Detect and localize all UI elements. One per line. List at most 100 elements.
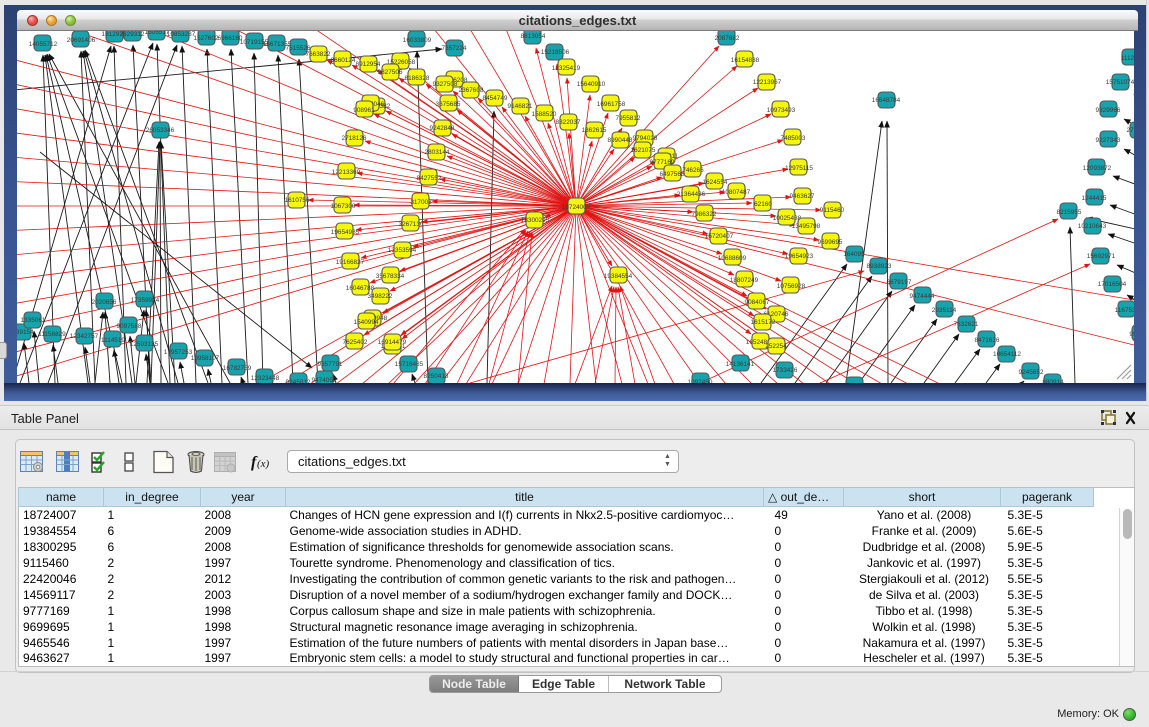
svg-text:15720407: 15720407 [705,233,734,240]
svg-text:10807487: 10807487 [722,189,751,196]
svg-text:15751074: 15751074 [1106,79,1134,86]
svg-text:9463627: 9463627 [790,193,815,200]
svg-text:13353594: 13353594 [388,247,417,254]
svg-text:939154: 939154 [17,329,34,336]
svg-text:9699695: 9699695 [818,239,843,246]
svg-text:7663822: 7663822 [306,51,331,58]
svg-text:15716485: 15716485 [395,361,424,368]
svg-text:1244415: 1244415 [1082,195,1107,202]
svg-text:1362615: 1362615 [582,127,607,134]
svg-text:7357224: 7357224 [442,45,467,52]
svg-text:15218506: 15218506 [541,49,570,56]
svg-text:10210643: 10210643 [1078,223,1107,230]
svg-text:7955812: 7955812 [616,115,641,122]
svg-text:17359924: 17359924 [131,297,160,304]
svg-text:1067300: 1067300 [331,203,356,210]
svg-text:10958107: 10958107 [191,355,220,362]
svg-text:62160: 62160 [754,201,772,208]
svg-text:908961: 908961 [353,107,375,114]
svg-text:8454749: 8454749 [483,95,508,102]
svg-text:35678334: 35678334 [376,273,405,280]
svg-text:2718126: 2718126 [342,135,367,142]
svg-text:26053346: 26053346 [146,127,175,134]
svg-text:9857791: 9857791 [318,361,343,368]
svg-text:12213369: 12213369 [332,169,361,176]
svg-text:992450: 992450 [1129,331,1134,338]
svg-text:8990448: 8990448 [608,137,633,144]
svg-text:1615172: 1615172 [751,319,776,326]
svg-text:8215955: 8215955 [1057,209,1082,216]
svg-text:10853287: 10853287 [167,31,196,38]
svg-text:11156829: 11156829 [38,331,66,338]
svg-text:1335061: 1335061 [21,317,46,324]
svg-text:8250413: 8250413 [424,373,449,380]
svg-text:16648784: 16648784 [872,97,901,104]
svg-text:9474444: 9474444 [910,293,935,300]
svg-text:1114519: 1114519 [101,337,125,344]
svg-text:9097588: 9097588 [117,323,142,330]
svg-text:12342757: 12342757 [70,333,99,340]
svg-text:8322037: 8322037 [556,119,581,126]
svg-text:10025438: 10025438 [773,215,802,222]
svg-text:1527602: 1527602 [194,35,219,42]
svg-text:2367608: 2367608 [459,87,484,94]
svg-text:6497568: 6497568 [660,171,685,178]
svg-text:111278: 111278 [1121,55,1134,62]
svg-text:(x): (x) [257,458,270,470]
svg-text:18724007: 18724007 [562,204,591,211]
svg-text:1167537: 1167537 [1115,307,1134,314]
svg-text:17957253: 17957253 [164,349,193,356]
svg-text:7625402: 7625402 [343,339,368,346]
svg-text:16914479: 16914479 [378,339,407,346]
svg-text:14136141: 14136141 [726,361,755,368]
svg-text:317008: 317008 [410,199,432,206]
svg-text:9115460: 9115460 [820,207,845,214]
svg-text:16154838: 16154838 [731,57,760,64]
svg-text:8186328: 8186328 [405,75,430,82]
svg-text:19384554: 19384554 [604,273,633,280]
svg-text:16033809: 16033809 [403,37,432,44]
svg-text:17016504: 17016504 [1098,281,1127,288]
svg-text:10973493: 10973493 [767,107,796,114]
svg-text:12975115: 12975115 [785,165,813,172]
svg-text:1588520: 1588520 [532,111,557,118]
svg-text:10688609: 10688609 [718,255,747,262]
svg-text:2803144: 2803144 [425,149,450,156]
svg-text:3498222: 3498222 [368,293,393,300]
svg-text:746266: 746266 [682,167,704,174]
svg-text:12325419: 12325419 [552,65,581,72]
svg-text:9794028: 9794028 [633,135,658,142]
svg-text:7485003: 7485003 [781,135,806,142]
svg-text:9084067: 9084067 [745,299,770,306]
svg-text:9327508: 9327508 [433,81,458,88]
svg-text:9146821: 9146821 [508,103,533,110]
svg-text:12503135: 12503135 [130,341,159,348]
svg-text:12093872: 12093872 [1083,165,1112,172]
svg-text:2629312: 2629312 [120,31,145,38]
svg-text:1540994: 1540994 [354,319,379,326]
svg-text:19654985: 19654985 [331,229,360,236]
svg-text:8912954: 8912954 [356,61,381,68]
svg-text:18300295: 18300295 [521,217,550,224]
svg-text:1733426: 1733426 [773,367,798,374]
svg-text:164095: 164095 [843,251,865,258]
svg-text:18807249: 18807249 [730,277,759,284]
svg-text:6679197: 6679197 [887,279,912,286]
svg-text:9329966: 9329966 [1096,107,1121,114]
svg-text:2935114: 2935114 [932,307,957,314]
svg-text:12323448: 12323448 [251,375,280,382]
svg-text:13495798: 13495798 [792,223,821,230]
svg-text:10756928: 10756928 [777,283,806,290]
svg-text:20691406: 20691406 [67,37,96,44]
svg-text:14055712: 14055712 [29,41,58,48]
svg-text:252254: 252254 [765,343,787,350]
svg-text:9827506: 9827506 [378,69,403,76]
svg-text:2773481: 2773481 [1127,127,1134,134]
svg-text:9245652: 9245652 [1019,369,1044,376]
svg-text:3267130: 3267130 [399,221,424,228]
svg-text:9242848: 9242848 [430,125,455,132]
svg-text:7986322: 7986322 [692,211,717,218]
svg-text:1610756: 1610756 [285,197,310,204]
svg-text:7632621: 7632621 [954,321,979,328]
svg-text:10654112: 10654112 [993,351,1021,358]
